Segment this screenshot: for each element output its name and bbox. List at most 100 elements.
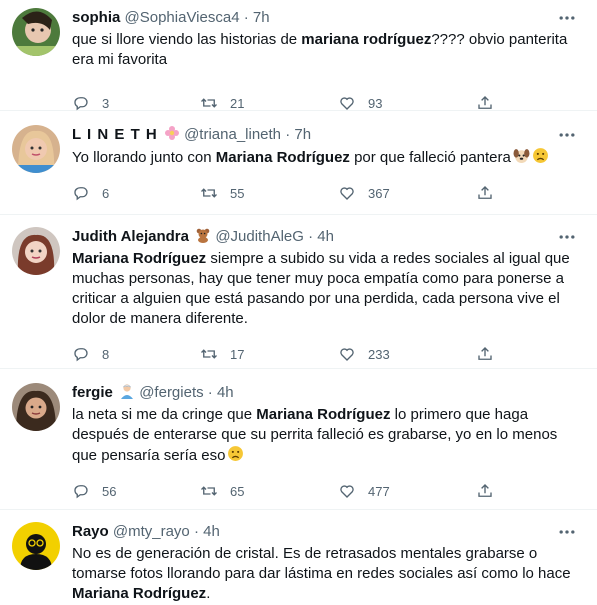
user-handle[interactable]: @fergiets bbox=[139, 384, 203, 401]
retweet-count: 21 bbox=[230, 95, 245, 111]
heart-icon bbox=[340, 97, 354, 110]
frowning-face-emoji-icon bbox=[228, 446, 244, 461]
separator: · bbox=[207, 384, 213, 401]
text-segment: que si llore viendo las historias de bbox=[72, 31, 302, 48]
retweet-button[interactable]: 55 bbox=[200, 182, 244, 204]
user-handle[interactable]: @SophiaViesca4 bbox=[125, 9, 240, 26]
dog-face-emoji-icon bbox=[513, 149, 530, 163]
text-segment: la neta si me da cringe que bbox=[72, 406, 257, 423]
reply-button[interactable]: 56 bbox=[72, 480, 116, 502]
like-count: 93 bbox=[368, 95, 383, 111]
heart-icon bbox=[340, 348, 354, 361]
retweet-icon bbox=[201, 98, 217, 108]
tweet-actions: 56 65 477 bbox=[72, 480, 583, 502]
text-segment: por que falleció pantera bbox=[349, 149, 511, 166]
tweet-text: que si llore viendo las historias de mar… bbox=[72, 30, 583, 70]
frowning-face-emoji-icon bbox=[532, 148, 548, 163]
like-button[interactable]: 233 bbox=[338, 343, 390, 365]
bold-mention: Mariana Rodríguez bbox=[256, 406, 391, 423]
user-handle[interactable]: @mty_rayo bbox=[113, 523, 190, 540]
user-handle[interactable]: @JudithAleG bbox=[215, 228, 304, 245]
tweet-header: L I N E T H @triana_lineth · 7h bbox=[72, 125, 583, 145]
tweet-text-content: la neta si me da cringe que Mariana Rodr… bbox=[72, 406, 557, 464]
retweet-count: 65 bbox=[230, 483, 245, 499]
retweet-icon bbox=[201, 188, 217, 198]
text-segment: No es de generación de cristal. Es de re… bbox=[72, 545, 571, 582]
user-handle[interactable]: @triana_lineth bbox=[184, 126, 281, 143]
tweet-actions: 6 55 367 bbox=[72, 182, 583, 204]
display-name[interactable]: Rayo bbox=[72, 523, 109, 540]
like-count: 477 bbox=[368, 483, 390, 499]
tweet[interactable]: L I N E T H @triana_lineth · 7h Yo llora… bbox=[0, 111, 597, 215]
tweet[interactable]: fergie @fergiets · 4h la neta si me da c… bbox=[0, 369, 597, 510]
retweet-count: 55 bbox=[230, 185, 245, 201]
tweet-header: Judith Alejandra @JudithAleG · 4h bbox=[72, 227, 583, 247]
retweet-icon bbox=[201, 349, 217, 359]
bold-mention: Mariana Rodríguez bbox=[72, 250, 207, 267]
tweet[interactable]: Judith Alejandra @JudithAleG · 4h Marian… bbox=[0, 215, 597, 369]
reply-count: 3 bbox=[102, 95, 110, 111]
teddy-bear-emoji-icon bbox=[196, 228, 210, 243]
display-name[interactable]: Judith Alejandra bbox=[72, 228, 189, 245]
more-options-icon[interactable] bbox=[557, 8, 577, 28]
reply-count: 8 bbox=[102, 346, 110, 362]
separator: · bbox=[285, 126, 291, 143]
tweet-header: Rayo @mty_rayo · 4h bbox=[72, 522, 583, 542]
timestamp[interactable]: 7h bbox=[294, 126, 311, 143]
avatar[interactable] bbox=[12, 8, 60, 56]
reply-icon bbox=[74, 97, 88, 111]
share-icon bbox=[478, 484, 492, 497]
share-button[interactable] bbox=[476, 343, 506, 365]
tweet-header: sophia @SophiaViesca4 · 7h bbox=[72, 8, 583, 28]
share-icon bbox=[478, 186, 492, 199]
separator: · bbox=[193, 523, 199, 540]
person-emoji-icon bbox=[121, 384, 134, 399]
timestamp[interactable]: 4h bbox=[217, 384, 234, 401]
avatar[interactable] bbox=[12, 125, 60, 173]
separator: · bbox=[308, 228, 314, 245]
reply-icon bbox=[74, 485, 88, 499]
more-options-icon[interactable] bbox=[557, 227, 577, 247]
avatar[interactable] bbox=[12, 522, 60, 570]
retweet-button[interactable]: 65 bbox=[200, 480, 244, 502]
tweet-text: No es de generación de cristal. Es de re… bbox=[72, 544, 583, 604]
more-options-icon[interactable] bbox=[557, 522, 577, 542]
tweet[interactable]: Rayo @mty_rayo · 4h No es de generación … bbox=[0, 510, 597, 605]
retweet-button[interactable]: 17 bbox=[200, 343, 244, 365]
share-button[interactable] bbox=[476, 480, 506, 502]
text-segment: Yo llorando junto con bbox=[72, 149, 216, 166]
timestamp[interactable]: 4h bbox=[203, 523, 220, 540]
tweet-header: fergie @fergiets · 4h bbox=[72, 383, 583, 403]
tweet-actions: 8 17 233 bbox=[72, 343, 583, 365]
separator: · bbox=[243, 9, 249, 26]
share-icon bbox=[478, 96, 492, 109]
flower-emoji-icon bbox=[164, 126, 179, 140]
bold-mention: Mariana Rodríguez bbox=[72, 585, 207, 602]
tweet-text: la neta si me da cringe que Mariana Rodr… bbox=[72, 405, 583, 466]
bold-mention: mariana rodríguez bbox=[301, 31, 432, 48]
reply-button[interactable]: 6 bbox=[72, 182, 109, 204]
timestamp[interactable]: 4h bbox=[317, 228, 334, 245]
like-button[interactable]: 477 bbox=[338, 480, 390, 502]
tweet[interactable]: sophia @SophiaViesca4 · 7h que si llore … bbox=[0, 0, 597, 111]
display-name[interactable]: fergie bbox=[72, 384, 113, 401]
like-count: 233 bbox=[368, 346, 390, 362]
display-name[interactable]: L I N E T H bbox=[72, 126, 158, 143]
reply-button[interactable]: 8 bbox=[72, 343, 109, 365]
retweet-icon bbox=[201, 486, 217, 496]
avatar[interactable] bbox=[12, 383, 60, 431]
share-button[interactable] bbox=[476, 182, 506, 204]
retweet-count: 17 bbox=[230, 346, 245, 362]
heart-icon bbox=[340, 485, 354, 498]
like-button[interactable]: 367 bbox=[338, 182, 390, 204]
avatar[interactable] bbox=[12, 227, 60, 275]
text-segment: . bbox=[206, 585, 211, 602]
timestamp[interactable]: 7h bbox=[253, 9, 270, 26]
share-icon bbox=[478, 347, 492, 360]
display-name[interactable]: sophia bbox=[72, 9, 120, 26]
tweet-text: Yo llorando junto con Mariana Rodríguez … bbox=[72, 147, 583, 168]
more-options-icon[interactable] bbox=[557, 125, 577, 145]
tweet-feed: sophia @SophiaViesca4 · 7h que si llore … bbox=[0, 0, 597, 605]
reply-icon bbox=[74, 348, 88, 362]
like-count: 367 bbox=[368, 185, 390, 201]
